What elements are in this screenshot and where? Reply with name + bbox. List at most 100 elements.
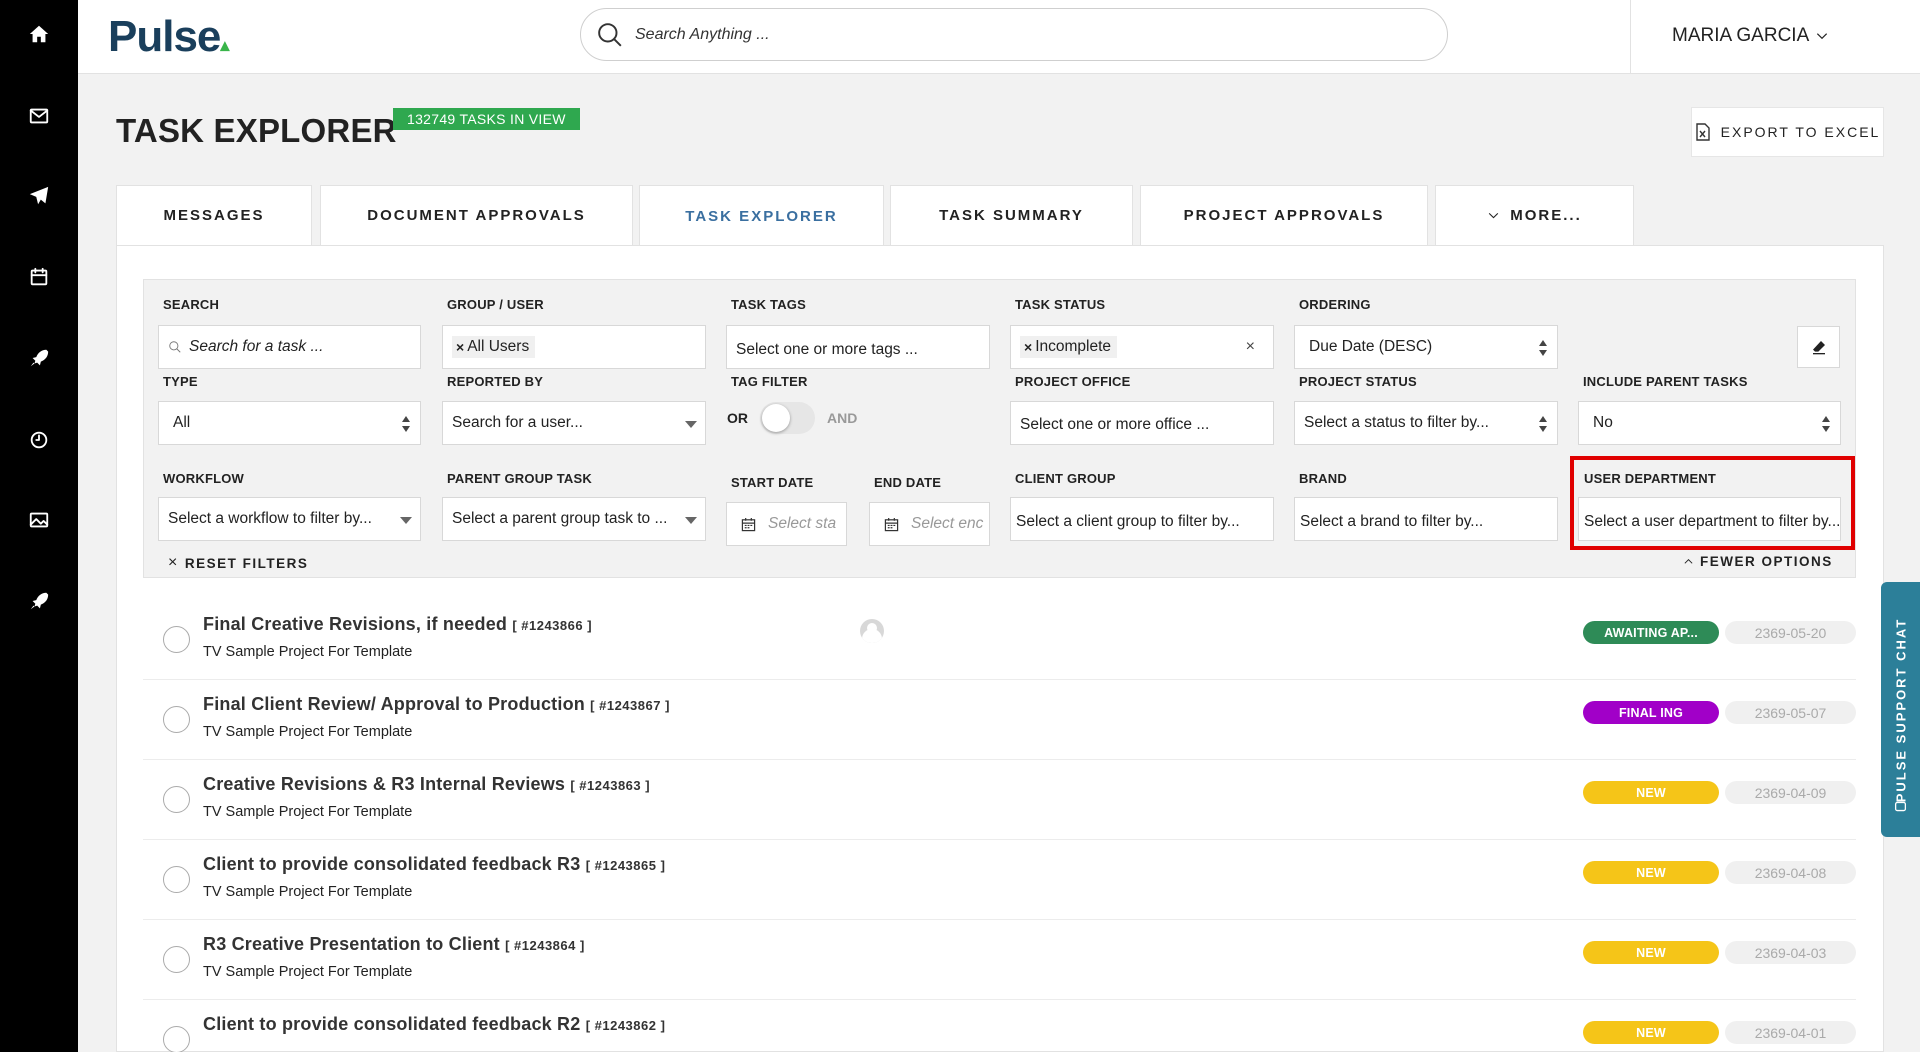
due-date-badge: 2369-04-01: [1725, 1021, 1856, 1044]
task-row[interactable]: R3 Creative Presentation to Client [ #12…: [143, 920, 1856, 1000]
type-label: TYPE: [163, 374, 198, 389]
excel-file-icon: [1695, 123, 1710, 141]
project-office-select[interactable]: Select one or more office ...: [1010, 401, 1274, 445]
user-menu[interactable]: MARIA GARCIA: [1672, 25, 1829, 47]
task-status-chip[interactable]: × Incomplete: [1020, 336, 1118, 358]
workflow-select[interactable]: Select a workflow to filter by...: [158, 497, 421, 541]
user-department-label: USER DEPARTMENT: [1584, 471, 1717, 486]
export-to-excel-button[interactable]: EXPORT TO EXCEL: [1691, 107, 1884, 157]
status-badge: NEW: [1583, 941, 1719, 964]
paper-plane-icon[interactable]: [19, 176, 59, 216]
task-project: TV Sample Project For Template: [203, 724, 413, 740]
export-label: EXPORT TO EXCEL: [1720, 124, 1881, 140]
type-select[interactable]: All: [158, 401, 421, 445]
parent-group-task-select[interactable]: Select a parent group task to ...: [442, 497, 706, 541]
tab-task-summary[interactable]: TASK SUMMARY: [890, 185, 1133, 245]
task-count-badge: 132749 TASKS IN VIEW: [393, 108, 580, 130]
support-chat-label: PULSE SUPPORT CHAT: [1893, 617, 1908, 802]
task-title[interactable]: Client to provide consolidated feedback …: [203, 1014, 665, 1035]
reported-by-label: REPORTED BY: [447, 374, 544, 389]
client-group-select[interactable]: Select a client group to filter by...: [1010, 497, 1274, 541]
mail-icon[interactable]: [19, 96, 59, 136]
task-row[interactable]: Client to provide consolidated feedback …: [143, 1000, 1856, 1052]
reported-by-select[interactable]: Search for a user...: [442, 401, 706, 445]
tag-filter-toggle[interactable]: [760, 402, 815, 434]
task-status-select[interactable]: × Incomplete ×: [1010, 325, 1274, 369]
page-title: TASK EXPLORER: [116, 112, 397, 149]
parent-group-task-label: PARENT GROUP TASK: [447, 471, 592, 486]
home-icon[interactable]: [19, 14, 59, 54]
tab-task-explorer[interactable]: TASK EXPLORER: [639, 185, 884, 246]
include-parent-tasks-label: INCLUDE PARENT TASKS: [1583, 374, 1748, 389]
task-title[interactable]: Final Creative Revisions, if needed [ #1…: [203, 614, 592, 635]
tab-project-approvals[interactable]: PROJECT APPROVALS: [1140, 185, 1428, 245]
sort-arrows-icon: [402, 416, 410, 432]
task-row[interactable]: Final Creative Revisions, if needed [ #1…: [143, 600, 1856, 680]
task-id: [ #1243863 ]: [570, 778, 651, 793]
group-user-select[interactable]: × All Users: [442, 325, 706, 369]
rocket-icon[interactable]: [19, 581, 59, 621]
clear-icon[interactable]: ×: [1246, 338, 1255, 356]
task-title[interactable]: R3 Creative Presentation to Client [ #12…: [203, 934, 585, 955]
tab-messages[interactable]: MESSAGES: [116, 185, 312, 245]
task-tags-select[interactable]: Select one or more tags ...: [726, 325, 990, 369]
status-badge: FINAL ING: [1583, 701, 1719, 724]
include-parent-tasks-select[interactable]: No: [1578, 401, 1841, 445]
search-icon: [598, 22, 622, 47]
start-date-field[interactable]: Select sta: [726, 502, 847, 546]
task-complete-checkbox[interactable]: [163, 946, 190, 973]
task-title[interactable]: Final Client Review/ Approval to Product…: [203, 694, 670, 715]
chevron-down-icon: [1817, 33, 1828, 40]
pulse-logo[interactable]: Pulse▴: [108, 12, 229, 62]
search-icon: [169, 341, 181, 353]
task-row[interactable]: Final Client Review/ Approval to Product…: [143, 680, 1856, 760]
global-search[interactable]: [580, 8, 1448, 61]
task-complete-checkbox[interactable]: [163, 866, 190, 893]
user-department-select[interactable]: Select a user department to filter by...: [1578, 497, 1841, 541]
support-chat-tab[interactable]: PULSE SUPPORT CHAT: [1881, 582, 1920, 837]
status-badge: NEW: [1583, 1021, 1719, 1044]
tab-document-approvals[interactable]: DOCUMENT APPROVALS: [320, 185, 633, 245]
task-complete-checkbox[interactable]: [163, 1026, 190, 1052]
task-row[interactable]: Client to provide consolidated feedback …: [143, 840, 1856, 920]
task-complete-checkbox[interactable]: [163, 786, 190, 813]
image-icon[interactable]: [19, 500, 59, 540]
task-title[interactable]: Creative Revisions & R3 Internal Reviews…: [203, 774, 650, 795]
calendar-icon: [741, 517, 756, 531]
clock-icon[interactable]: [19, 420, 59, 460]
global-search-input[interactable]: [635, 25, 1395, 44]
task-project: TV Sample Project For Template: [203, 884, 413, 900]
remove-chip-icon[interactable]: ×: [456, 339, 464, 355]
reset-filters-button[interactable]: × RESET FILTERS: [168, 554, 308, 572]
task-row[interactable]: Creative Revisions & R3 Internal Reviews…: [143, 760, 1856, 840]
task-title[interactable]: Client to provide consolidated feedback …: [203, 854, 665, 875]
assignee-avatar[interactable]: [860, 619, 884, 643]
calendar-icon: [884, 517, 899, 531]
rocket-icon[interactable]: [19, 338, 59, 378]
sort-arrows-icon: [1822, 416, 1830, 432]
group-user-chip[interactable]: × All Users: [452, 336, 536, 358]
end-date-field[interactable]: Select enc: [869, 502, 990, 546]
fewer-options-button[interactable]: FEWER OPTIONS: [1683, 554, 1833, 569]
status-badge: NEW: [1583, 861, 1719, 884]
brand-select[interactable]: Select a brand to filter by...: [1294, 497, 1558, 541]
tab-more[interactable]: MORE...: [1435, 185, 1634, 245]
clear-filters-button[interactable]: [1797, 326, 1840, 368]
workflow-label: WORKFLOW: [163, 471, 245, 486]
task-complete-checkbox[interactable]: [163, 706, 190, 733]
task-id: [ #1243865 ]: [585, 858, 666, 873]
divider: [1630, 0, 1631, 74]
project-status-select[interactable]: Select a status to filter by...: [1294, 401, 1558, 445]
ordering-select[interactable]: Due Date (DESC): [1294, 325, 1558, 369]
remove-chip-icon[interactable]: ×: [1024, 339, 1032, 355]
caret-down-icon: [685, 517, 697, 524]
tag-filter-toggle-group: OR AND: [727, 402, 857, 434]
task-complete-checkbox[interactable]: [163, 626, 190, 653]
status-badge: NEW: [1583, 781, 1719, 804]
task-project: TV Sample Project For Template: [203, 964, 413, 980]
task-search-field[interactable]: Search for a task ...: [158, 325, 421, 369]
chat-icon: [1894, 801, 1907, 812]
user-name: MARIA GARCIA: [1672, 25, 1810, 46]
task-id: [ #1243867 ]: [590, 698, 670, 713]
calendar-icon[interactable]: [19, 257, 59, 297]
